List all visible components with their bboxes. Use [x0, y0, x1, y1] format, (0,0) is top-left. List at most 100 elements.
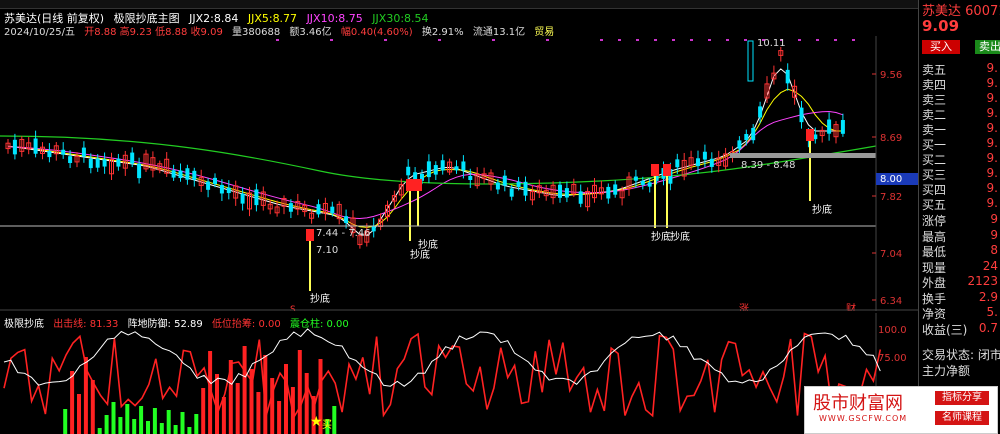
candle-body	[116, 158, 121, 167]
candle-body	[171, 170, 176, 178]
order-book: 卖五 9. 卖四 9. 卖三 9. 卖二 9. 卖一 9. 买一 9. 买二 9. 买三 9. 买四 9. 买五 9.	[919, 61, 1000, 213]
candle-body	[426, 161, 431, 178]
indicator-bar	[152, 408, 157, 434]
candle-body	[130, 152, 135, 164]
indicator-bar	[90, 380, 95, 434]
watermark-tag1: 指标分享	[935, 391, 989, 405]
stat-row: 最高 9	[922, 228, 998, 245]
low-annotation: 7.10	[316, 245, 338, 256]
candle-body	[744, 133, 749, 141]
dot-marker	[546, 39, 549, 41]
indicator-bar	[201, 388, 206, 434]
candle-body	[213, 177, 217, 185]
stat-label: 最高	[922, 229, 947, 244]
ind-y-100: 100.0	[878, 325, 907, 336]
candle-body	[799, 107, 804, 123]
stat-row: 外盘 2123	[922, 274, 998, 291]
candle-body	[12, 139, 17, 155]
candle-body	[461, 161, 466, 171]
indicator-bar	[194, 414, 199, 434]
book-label: 卖四	[922, 78, 947, 92]
current-price-value: 8.00	[880, 174, 902, 185]
candle-body	[288, 203, 293, 212]
book-value: 9.	[986, 121, 998, 135]
indicator-bar	[104, 415, 109, 434]
candle-body	[840, 120, 845, 134]
indicator-bar	[70, 371, 75, 434]
dot-marker	[798, 39, 801, 41]
candle-body	[606, 186, 611, 199]
candle-body	[613, 184, 618, 195]
candle-body	[185, 168, 190, 180]
stats-block: 涨停 9 最高 9 最低 8 现量 24 外盘 2123 换手 2.9 净资 5. 收益(三) 0.7	[919, 212, 1000, 342]
range-low-annotation: 7.44 - 7.46	[316, 228, 371, 239]
candle-body	[330, 206, 335, 214]
candle-body	[516, 181, 521, 187]
candle-body	[192, 170, 197, 180]
candle-body	[47, 151, 52, 158]
dot-marker	[384, 39, 387, 41]
spike-candle	[747, 40, 754, 82]
book-row: 买五 9.	[922, 196, 998, 213]
attack-line	[3, 332, 882, 420]
candle-body	[640, 180, 645, 185]
candle-body	[316, 204, 321, 215]
stat-label: 现量	[922, 260, 947, 275]
book-value: 9.	[986, 76, 998, 90]
indicator-bar	[146, 421, 150, 434]
defense-line	[3, 328, 881, 387]
buy-signal-label: 抄底	[651, 230, 671, 243]
signal-block	[806, 129, 814, 141]
candle-body	[578, 191, 583, 204]
main-kline-chart[interactable]: 抄底抄底抄底抄底 抄底抄底 10.11 7.10 7.44 - 7.46 8.39…	[0, 36, 918, 311]
signal-block	[663, 164, 671, 176]
buy-button[interactable]: 买入	[922, 40, 960, 54]
signal-block	[414, 179, 422, 191]
indicator-bar	[180, 412, 185, 434]
book-label: 买三	[922, 168, 947, 182]
indicator-bar	[332, 406, 337, 434]
candle-body	[219, 184, 224, 194]
trade-state: 交易状态: 闭市	[922, 348, 1000, 362]
indicator-bar	[277, 401, 282, 434]
book-label: 卖三	[922, 93, 947, 107]
candle-body	[468, 175, 473, 181]
indicator-chart[interactable]: 100.0 75.00 ★ 买	[0, 313, 918, 434]
candle-body	[827, 119, 832, 134]
indicator-bar	[242, 346, 247, 434]
candle-body	[206, 181, 211, 190]
dot-marker	[618, 39, 621, 41]
stat-value: 9	[990, 227, 998, 242]
candle-body	[709, 158, 714, 167]
candle-body	[137, 163, 142, 179]
dot-marker	[834, 39, 837, 41]
stat-row: 净资 5.	[922, 305, 998, 322]
indicator-bar	[77, 394, 81, 434]
book-value: 9.	[986, 91, 998, 105]
indicator-bar	[284, 364, 288, 434]
book-value: 9.	[986, 196, 998, 210]
indicator-bar	[235, 383, 240, 434]
candle-body	[240, 193, 245, 204]
dot-marker	[816, 39, 819, 41]
candle-body	[344, 216, 349, 223]
book-value: 9.	[986, 151, 998, 165]
watermark-tag2: 名师课程	[935, 411, 989, 425]
dot-marker	[636, 39, 639, 41]
dot-marker	[852, 39, 855, 41]
sell-button[interactable]: 卖出	[975, 40, 1000, 54]
candle-body	[254, 189, 259, 206]
candle-body	[102, 159, 107, 167]
candle-body	[178, 170, 183, 179]
stat-label: 收益(三)	[922, 322, 968, 337]
right-quote-panel: 苏美达 600710 9.09 买入 卖出 卖五9.卖四9.卖三9.卖二9.卖一…	[918, 0, 1000, 434]
signal-block	[406, 179, 414, 191]
indicator-bar	[159, 423, 164, 434]
watermark-title: 股市财富网	[813, 393, 903, 414]
candle-body	[564, 188, 569, 198]
stat-row: 现量 24	[922, 259, 998, 276]
candle-body	[454, 166, 459, 171]
book-label: 买二	[922, 153, 947, 167]
y-axis-label: 8.69	[880, 133, 902, 144]
stat-value: 5.	[986, 305, 998, 319]
